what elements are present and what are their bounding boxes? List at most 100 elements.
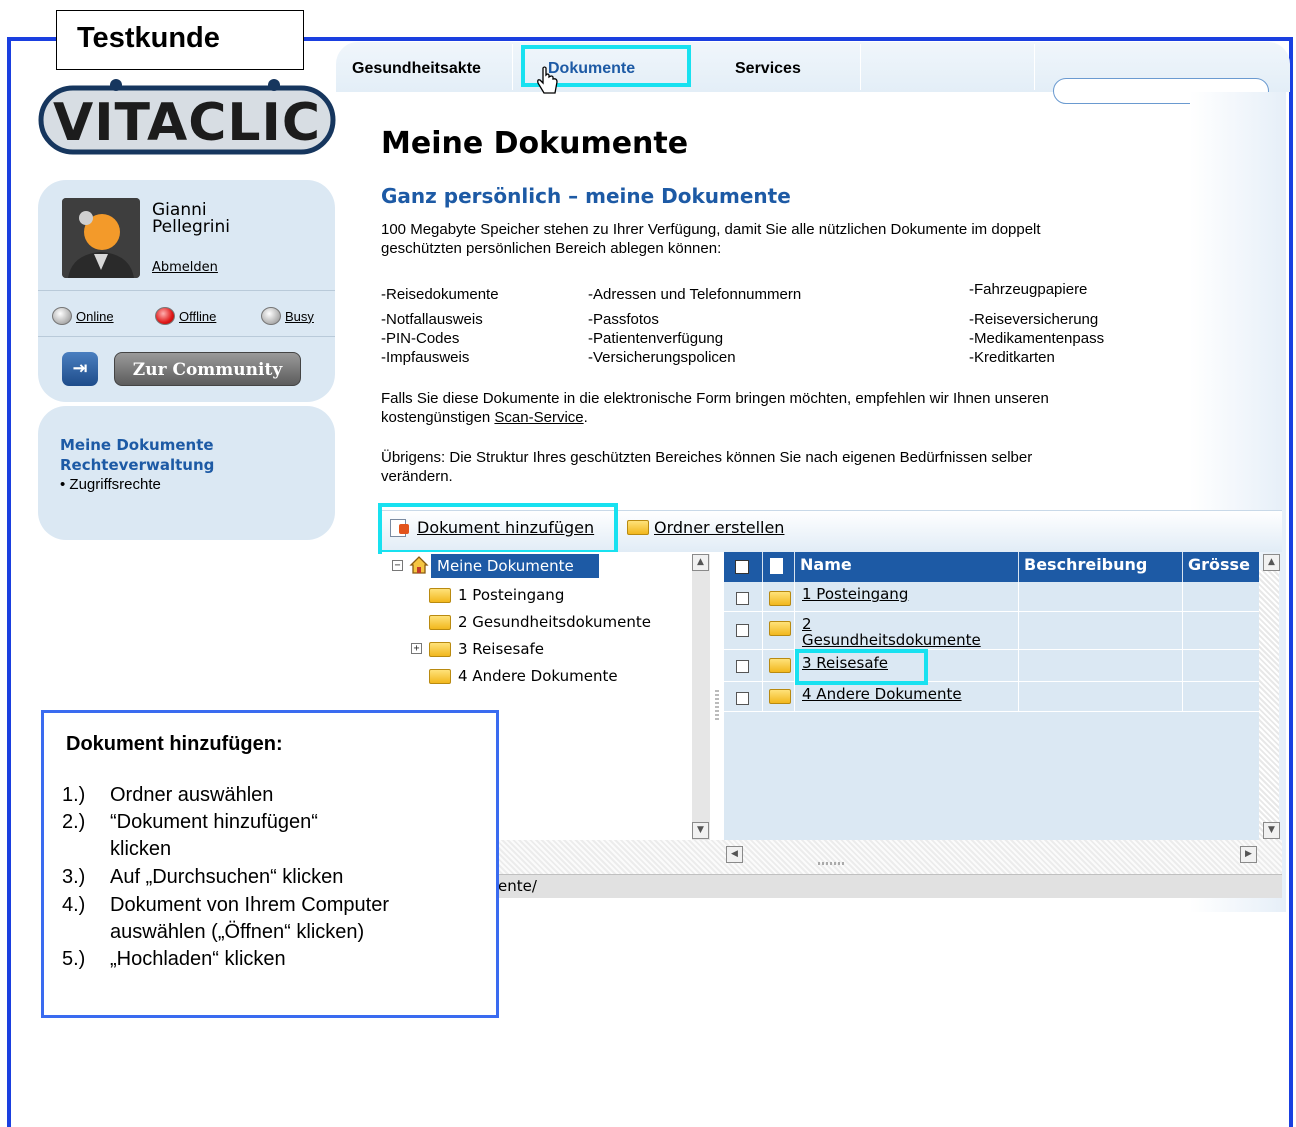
instruction-step: klicken xyxy=(62,836,171,863)
file-type-header-icon xyxy=(770,558,783,574)
create-folder-button[interactable]: Ordner erstellen xyxy=(654,518,784,537)
row-link-andere-dokumente[interactable]: 4 Andere Dokumente xyxy=(802,686,962,702)
grid-scroll-left-icon[interactable]: ◀ xyxy=(726,846,743,863)
divider xyxy=(38,336,335,337)
grid-scroll-up-icon[interactable]: ▲ xyxy=(1263,554,1280,571)
logout-link[interactable]: Abmelden xyxy=(152,260,218,275)
highlight-reisesafe xyxy=(795,649,928,685)
grid-header-sep xyxy=(762,552,763,582)
doc-list-item: -Patientenverfügung xyxy=(588,330,724,347)
status-busy[interactable]: Busy xyxy=(261,307,314,325)
tab-gesundheitsakte[interactable]: Gesundheitsakte xyxy=(352,60,481,78)
folder-icon xyxy=(429,615,451,630)
step-text: Dokument von Ihrem Computer xyxy=(110,894,390,916)
nav-rechteverwaltung[interactable]: Rechteverwaltung xyxy=(60,456,214,474)
page-title: Meine Dokumente xyxy=(381,126,689,161)
path-statusbar: ente/ xyxy=(382,874,1282,898)
collapse-icon[interactable]: − xyxy=(392,560,403,571)
community-button[interactable]: Zur Community xyxy=(114,352,301,386)
grid-scroll-right-icon[interactable]: ▶ xyxy=(1240,846,1257,863)
row-checkbox[interactable] xyxy=(736,624,749,637)
doc-list-item: -Reiseversicherung xyxy=(969,311,1099,328)
instruction-step: 2.) “Dokument hinzufügen“ xyxy=(62,809,318,836)
grid-header: Name Beschreibung Grösse xyxy=(724,552,1259,582)
intro-text: 100 Megabyte Speicher stehen zu Ihrer Ve… xyxy=(381,220,1041,258)
intro-line: 100 Megabyte Speicher stehen zu Ihrer Ve… xyxy=(381,221,1041,238)
instruction-step: auswählen („Öffnen“ klicken) xyxy=(62,919,364,946)
resize-handle[interactable] xyxy=(818,862,844,865)
folder-icon xyxy=(429,642,451,657)
grid-header-sep xyxy=(794,552,795,582)
doc-list-item: -Adressen und Telefonnummern xyxy=(588,286,802,303)
structure-text: Übrigens: Die Struktur Ihres geschützten… xyxy=(381,448,1032,486)
step-text: „Hochladen“ klicken xyxy=(110,948,286,970)
row-link-gesundheitsdokumente[interactable]: 2 Gesundheitsdokumente xyxy=(802,616,981,648)
instruction-step: 5.) „Hochladen“ klicken xyxy=(62,946,286,973)
tree-item-reisesafe[interactable]: 3 Reisesafe xyxy=(458,640,544,658)
tree-item-posteingang[interactable]: 1 Posteingang xyxy=(458,586,564,604)
doc-list-col2: -Adressen und Telefonnummern -Passfotos … xyxy=(588,285,801,367)
grid-scroll-area xyxy=(1259,570,1279,840)
select-all-checkbox[interactable] xyxy=(735,560,749,574)
scan-text: Falls Sie diese Dokumente in die elektro… xyxy=(381,389,1049,427)
tree-root-meine-dokumente[interactable]: Meine Dokumente xyxy=(431,554,599,578)
grid-header-sep xyxy=(1182,552,1183,582)
expand-icon[interactable]: + xyxy=(411,643,422,654)
highlight-add-document xyxy=(378,503,618,554)
tree-item-andere-dokumente[interactable]: 4 Andere Dokumente xyxy=(458,667,618,685)
status-dot-icon xyxy=(261,307,281,325)
logo-text: VITACLIC xyxy=(53,93,321,153)
hand-cursor-icon xyxy=(537,66,558,94)
structure-line: Übrigens: Die Struktur Ihres geschützten… xyxy=(381,449,1033,466)
doc-list-item: -Versicherungspolicen xyxy=(588,349,736,366)
nav-meine-dokumente[interactable]: Meine Dokumente xyxy=(60,436,214,454)
doc-list-item: -Reisedokumente xyxy=(381,286,499,303)
folder-icon xyxy=(769,591,791,606)
folder-icon xyxy=(769,621,791,636)
status-offline-label: Offline xyxy=(179,308,217,324)
instructions-title: Dokument hinzufügen: xyxy=(66,733,283,755)
doc-list-item: -PIN-Codes xyxy=(381,330,460,347)
scroll-down-icon[interactable]: ▼ xyxy=(692,822,709,839)
tab-separator xyxy=(512,44,513,90)
scan-service-link[interactable]: Scan-Service xyxy=(494,409,583,426)
scan-line: Falls Sie diese Dokumente in die elektro… xyxy=(381,390,1049,407)
scroll-up-icon[interactable]: ▲ xyxy=(692,554,709,571)
doc-list-item: -Fahrzeugpapiere xyxy=(969,281,1088,298)
step-text: klicken xyxy=(110,838,172,860)
status-online[interactable]: Online xyxy=(52,307,114,325)
community-icon[interactable]: ⇥ xyxy=(62,352,98,386)
header-groesse[interactable]: Grösse xyxy=(1188,555,1250,574)
folder-icon xyxy=(429,669,451,684)
row-link-posteingang[interactable]: 1 Posteingang xyxy=(802,586,908,602)
instructions-box: Dokument hinzufügen: 1.) Ordner auswählen… xyxy=(41,710,499,1018)
status-busy-label: Busy xyxy=(285,308,314,324)
step-number: 4.) xyxy=(62,894,86,916)
step-text: Auf „Durchsuchen“ klicken xyxy=(110,866,344,888)
grid-scroll-down-icon[interactable]: ▼ xyxy=(1263,822,1280,839)
status-online-label: Online xyxy=(76,308,114,324)
splitter-handle[interactable] xyxy=(715,690,719,720)
row-checkbox[interactable] xyxy=(736,660,749,673)
doc-list-item: -Passfotos xyxy=(588,311,659,328)
doc-list-col1: -Reisedokumente -Notfallausweis -PIN-Cod… xyxy=(381,285,499,367)
status-dot-icon xyxy=(155,307,175,325)
testkunde-label: Testkunde xyxy=(56,10,304,70)
new-folder-icon[interactable] xyxy=(627,520,649,535)
header-beschreibung[interactable]: Beschreibung xyxy=(1024,555,1147,574)
avatar xyxy=(62,198,140,278)
row-checkbox[interactable] xyxy=(736,692,749,705)
doc-list-item: -Notfallausweis xyxy=(381,311,483,328)
divider xyxy=(38,290,335,291)
tree-item-gesundheitsdokumente[interactable]: 2 Gesundheitsdokumente xyxy=(458,613,651,631)
instruction-step: 1.) Ordner auswählen xyxy=(62,782,273,809)
header-name[interactable]: Name xyxy=(800,555,852,574)
tab-services[interactable]: Services xyxy=(735,60,801,78)
status-offline[interactable]: Offline xyxy=(155,307,216,325)
row-checkbox[interactable] xyxy=(736,592,749,605)
row-link-line: Gesundheitsdokumente xyxy=(802,631,981,649)
status-dot-icon xyxy=(52,307,72,325)
tree-scrollbar[interactable] xyxy=(692,554,710,840)
doc-list-item: -Impfausweis xyxy=(381,349,470,366)
nav-zugriffsrechte[interactable]: • Zugriffsrechte xyxy=(60,476,161,493)
